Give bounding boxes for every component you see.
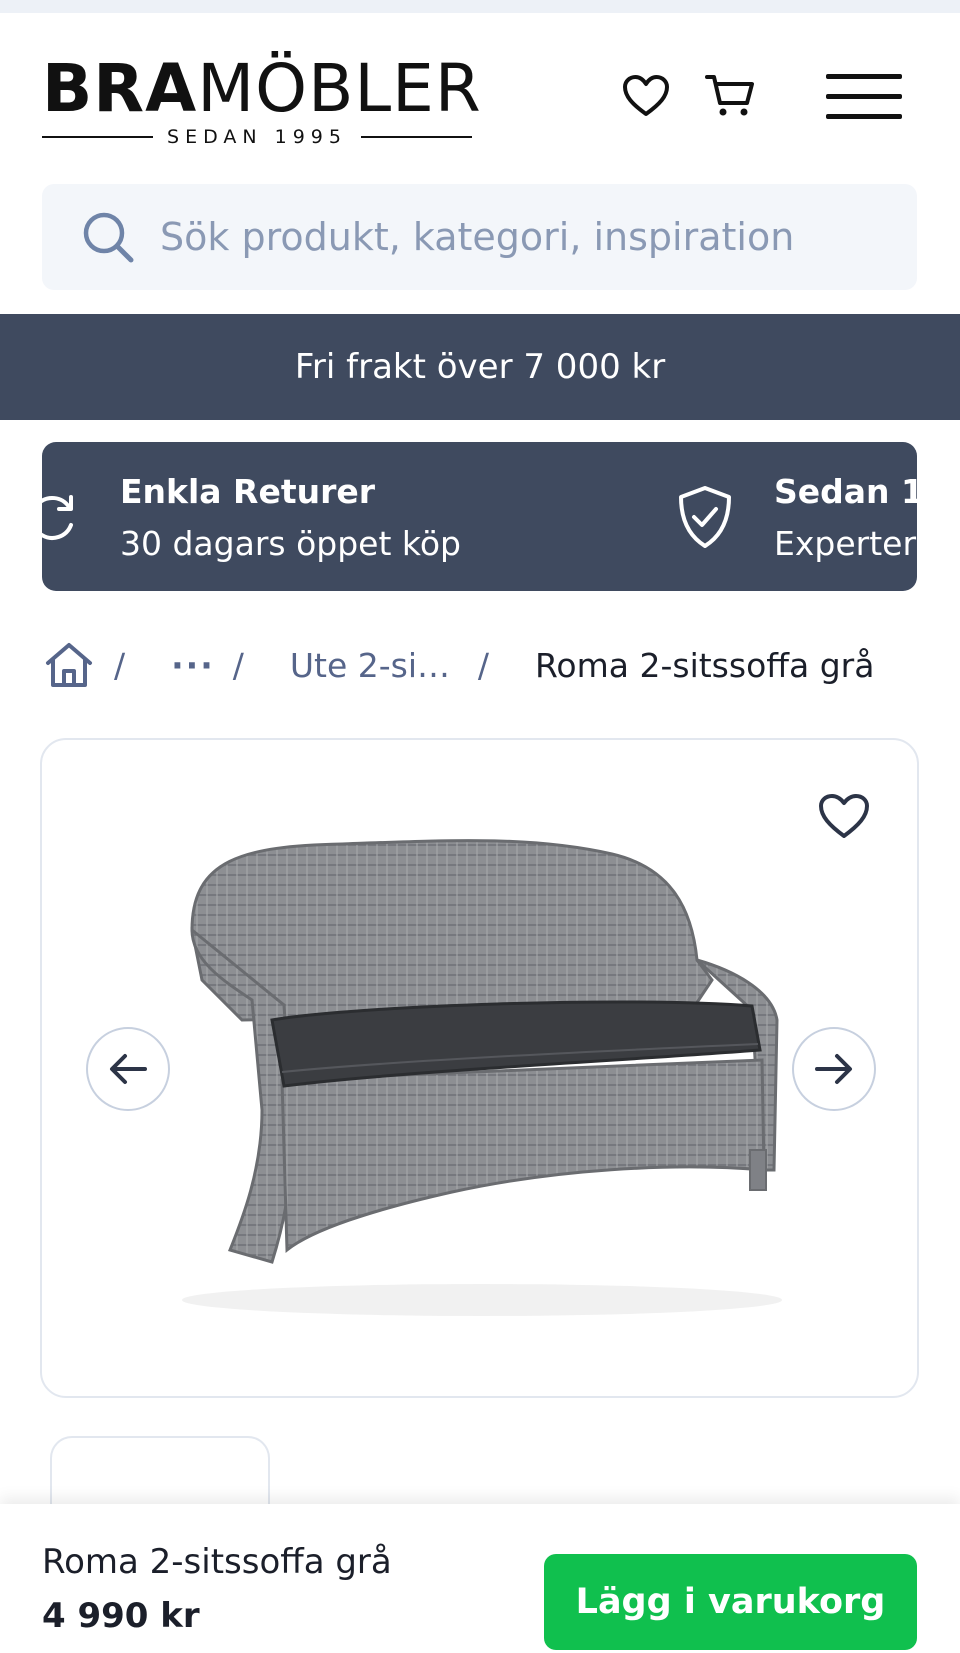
- usp-title: Enkla Returer: [120, 472, 376, 511]
- gallery-prev-button[interactable]: [86, 1027, 170, 1111]
- usp-subtitle: Experter: [774, 524, 917, 563]
- top-strip: [0, 0, 960, 13]
- product-image-sofa[interactable]: [152, 810, 812, 1330]
- usp-subtitle: 30 dagars öppet köp: [120, 524, 461, 563]
- free-shipping-banner: Fri frakt över 7 000 kr: [0, 314, 960, 420]
- breadcrumb-current: Roma 2-sitssoffa grå: [534, 645, 875, 685]
- breadcrumb-ellipsis[interactable]: ···: [171, 646, 215, 685]
- home-icon[interactable]: [42, 638, 96, 692]
- sticky-product-price: 4 990 kr: [42, 1596, 200, 1636]
- usp-item-since: Sedan 1995 Experter: [670, 442, 917, 591]
- logo-rule-right: [360, 136, 472, 138]
- breadcrumb-separator: /: [114, 645, 126, 685]
- wishlist-heart-icon[interactable]: [620, 70, 672, 122]
- breadcrumb-separator: /: [477, 645, 489, 685]
- shield-check-icon: [670, 482, 740, 552]
- logo-wordmark: BRAMÖBLER: [42, 56, 482, 122]
- logo-tagline-row: SEDAN 1995: [42, 126, 472, 148]
- product-image-gallery: [40, 738, 919, 1398]
- logo-light-part: MÖBLER: [197, 50, 482, 127]
- cart-icon[interactable]: [704, 70, 756, 122]
- brand-logo[interactable]: BRAMÖBLER SEDAN 1995: [42, 56, 481, 148]
- search-input[interactable]: [160, 215, 800, 259]
- gallery-next-button[interactable]: [792, 1027, 876, 1111]
- arrow-right-icon: [815, 1054, 852, 1084]
- breadcrumb-link-category[interactable]: Ute 2-sitssoffor: [290, 646, 460, 685]
- return-arrow-icon: [42, 482, 90, 552]
- breadcrumb-separator: /: [232, 645, 244, 685]
- logo-rule-left: [42, 136, 154, 138]
- arrow-left-icon: [110, 1054, 147, 1084]
- add-to-wishlist-heart-icon[interactable]: [812, 784, 876, 848]
- usp-carousel[interactable]: Enkla Returer 30 dagars öppet köp Sedan …: [42, 442, 917, 591]
- breadcrumb: / ··· / Ute 2-sitssoffor / Roma 2-sitsso…: [42, 630, 917, 700]
- usp-item-returns: Enkla Returer 30 dagars öppet köp: [42, 442, 642, 591]
- search-bar[interactable]: [42, 184, 917, 290]
- add-to-cart-button[interactable]: Lägg i varukorg: [544, 1554, 917, 1650]
- logo-tagline: SEDAN 1995: [167, 126, 347, 148]
- hamburger-menu-icon[interactable]: [824, 70, 904, 124]
- sticky-buy-bar: Roma 2-sitssoffa grå 4 990 kr Lägg i var…: [0, 1504, 960, 1653]
- logo-bold-part: BRA: [42, 50, 198, 127]
- search-icon: [78, 207, 138, 267]
- sticky-product-name: Roma 2-sitssoffa grå: [42, 1542, 392, 1582]
- usp-title: Sedan 1995: [774, 472, 917, 511]
